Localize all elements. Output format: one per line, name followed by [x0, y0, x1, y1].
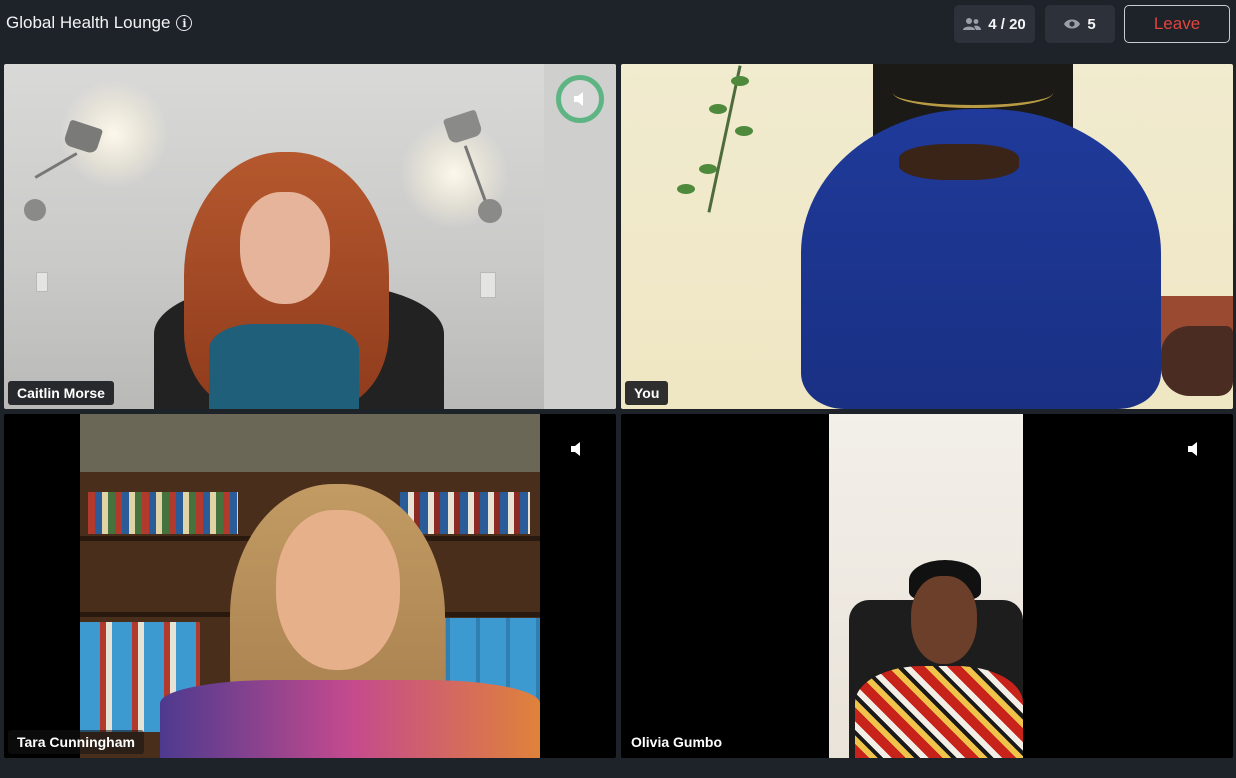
viewers-count-button[interactable]: 5	[1045, 5, 1115, 43]
plant-vine	[661, 64, 771, 224]
person-dress	[855, 666, 1023, 758]
room-title-text: Global Health Lounge	[6, 13, 171, 32]
camera-feed	[80, 414, 540, 758]
participant-name: Tara Cunningham	[8, 730, 144, 754]
person-face	[911, 576, 977, 664]
room-title: Global Health Lounge i	[6, 13, 193, 33]
speaker-icon	[1188, 442, 1197, 456]
outlet-right	[480, 272, 496, 298]
participant-name: Caitlin Morse	[8, 381, 114, 405]
video-tile-olivia-gumbo[interactable]: Olivia Gumbo	[621, 414, 1233, 758]
speaker-icon	[571, 442, 580, 456]
camera-feed	[829, 414, 1023, 758]
person-face	[276, 510, 400, 670]
speaker-icon	[574, 92, 583, 106]
lamp-left	[24, 119, 104, 224]
participant-name: You	[625, 381, 669, 405]
person-torso	[209, 324, 359, 409]
ceiling	[80, 414, 540, 472]
participant-name: Olivia Gumbo	[631, 734, 723, 750]
outlet-left	[36, 272, 48, 292]
viewers-count: 5	[1087, 15, 1096, 33]
person-scarf	[160, 680, 540, 758]
active-speaker-indicator	[556, 75, 604, 123]
video-tile-you[interactable]: You	[621, 64, 1233, 409]
top-bar: Global Health Lounge i 4 / 20 5 Leave	[0, 0, 1236, 60]
person-hand	[1161, 326, 1233, 396]
video-tile-tara-cunningham[interactable]: Tara Cunningham	[4, 414, 616, 758]
participants-count-button[interactable]: 4 / 20	[954, 5, 1035, 43]
people-icon	[963, 18, 982, 30]
person-eyes	[899, 144, 1019, 180]
video-tile-caitlin-morse[interactable]: Caitlin Morse	[4, 64, 616, 409]
person-face	[240, 192, 330, 304]
lamp-right	[442, 104, 524, 224]
participants-count: 4 / 20	[988, 15, 1026, 33]
info-icon[interactable]: i	[176, 15, 193, 31]
leave-button[interactable]: Leave	[1124, 5, 1230, 43]
eye-icon	[1064, 19, 1081, 29]
